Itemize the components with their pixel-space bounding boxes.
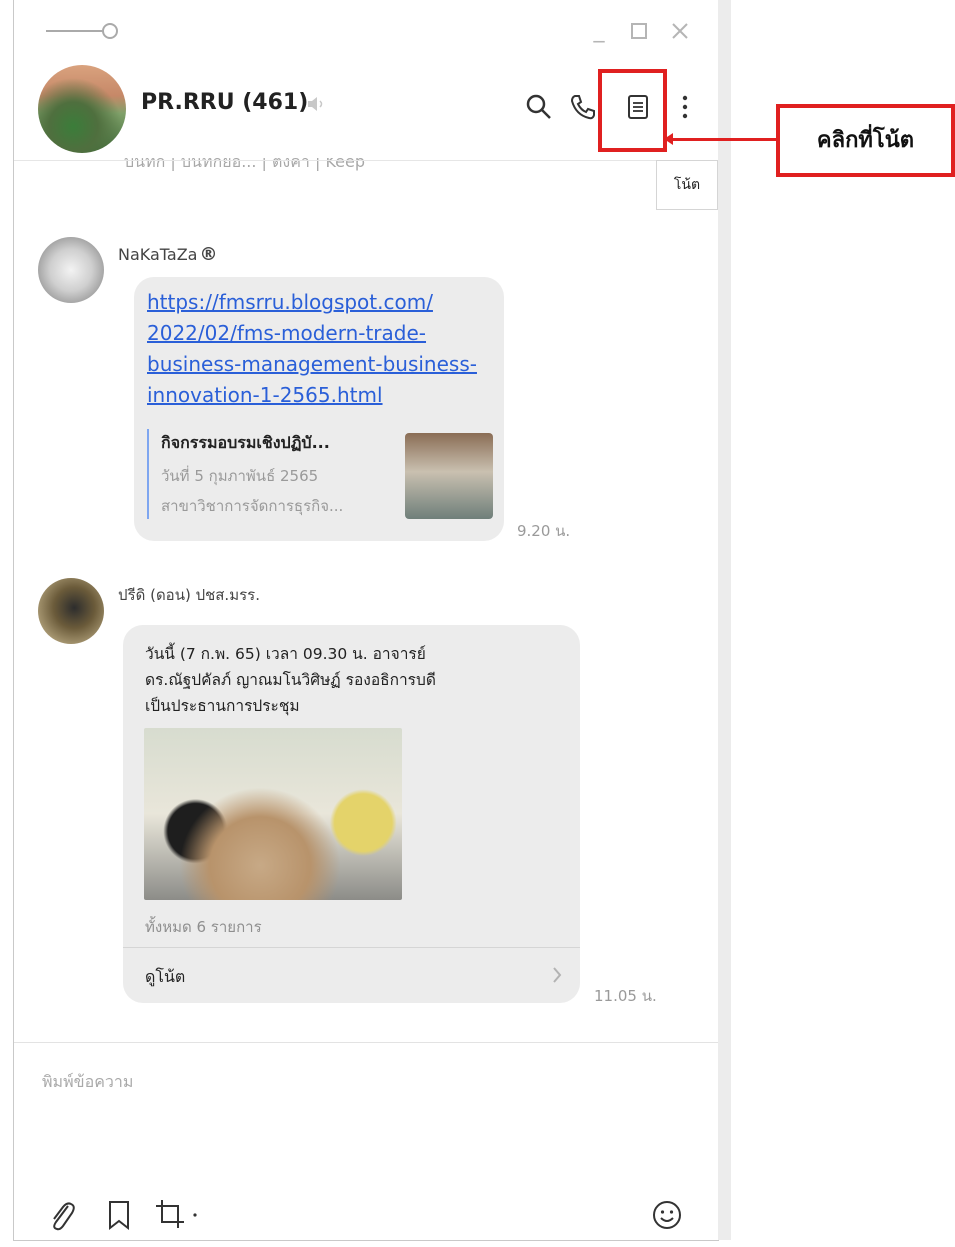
scrollbar[interactable] — [718, 0, 731, 1240]
message-link[interactable]: https://fmsrru.blogspot.com/ 2022/02/fms… — [147, 287, 477, 411]
note-image[interactable] — [144, 728, 402, 900]
message-bubble[interactable]: https://fmsrru.blogspot.com/ 2022/02/fms… — [134, 277, 504, 541]
close-icon[interactable] — [667, 18, 693, 44]
note-message-bubble[interactable]: วันนี้ (7 ก.พ. 65) เวลา 09.30 น. อาจารย์… — [123, 625, 580, 1003]
chat-title[interactable]: PR.RRU (461) — [141, 90, 308, 115]
group-avatar[interactable] — [38, 65, 126, 153]
sender-avatar[interactable] — [38, 237, 104, 303]
sender-avatar[interactable] — [38, 578, 104, 644]
note-icon-highlight — [598, 69, 667, 152]
chat-window: _ PR.RRU (461) บันทึก | บันทึกย่อ... | ต… — [13, 0, 731, 1241]
callout-arrow-head — [664, 133, 673, 145]
bookmark-icon[interactable] — [106, 1198, 132, 1232]
view-note-label: ดูโน้ต — [145, 967, 186, 986]
message-text-line: เป็นประธานการประชุม — [145, 697, 300, 715]
preview-date: วันที่ 5 กุมภาพันธ์ 2565 — [161, 467, 319, 485]
phone-icon[interactable] — [568, 92, 598, 122]
emoji-icon[interactable] — [650, 1198, 684, 1232]
maximize-icon[interactable] — [626, 18, 652, 44]
chevron-right-icon — [553, 967, 562, 983]
callout-label: คลิกที่โน้ต — [776, 104, 955, 177]
speaker-muted-icon — [308, 97, 323, 111]
preview-description: สาขาวิชาการจัดการธุรกิจ... — [161, 497, 344, 515]
screenshot-icon[interactable] — [154, 1198, 204, 1232]
view-note-button[interactable]: ดูโน้ต — [123, 948, 580, 1003]
preview-thumbnail — [405, 433, 493, 519]
message-input[interactable]: พิมพ์ข้อความ — [42, 1070, 133, 1095]
message-text-line: วันนี้ (7 ก.พ. 65) เวลา 09.30 น. อาจารย์ — [145, 645, 426, 663]
preview-title: กิจกรรมอบรมเชิงปฏิบั... — [161, 433, 330, 452]
sender-name: NaKaTaZa ® — [118, 244, 218, 265]
message-time: 9.20 น. — [517, 522, 571, 540]
message-text-line: ดร.ณัฐปคัลภ์ ญาณมโนวิศิษฏ์ รองอธิการบดี — [145, 671, 436, 689]
title-bar: _ — [14, 0, 718, 60]
composer-divider — [14, 1042, 718, 1043]
callout-arrow — [668, 138, 776, 141]
sender-name: ปรีดิ (ดอน) ปชส.มรร. — [118, 586, 260, 604]
note-tooltip: โน้ต — [656, 160, 718, 210]
sender-badge: ® — [199, 244, 218, 265]
more-icon[interactable] — [670, 92, 700, 122]
minimize-icon[interactable]: _ — [586, 18, 612, 44]
pin-icon[interactable] — [46, 22, 118, 40]
attach-icon[interactable] — [46, 1198, 76, 1232]
image-count: ทั้งหมด 6 รายการ — [145, 918, 262, 936]
link-preview[interactable]: กิจกรรมอบรมเชิงปฏิบั... วันที่ 5 กุมภาพั… — [147, 429, 493, 519]
message-time: 11.05 น. — [594, 987, 657, 1005]
header-divider — [14, 160, 718, 161]
search-icon[interactable] — [524, 92, 554, 122]
